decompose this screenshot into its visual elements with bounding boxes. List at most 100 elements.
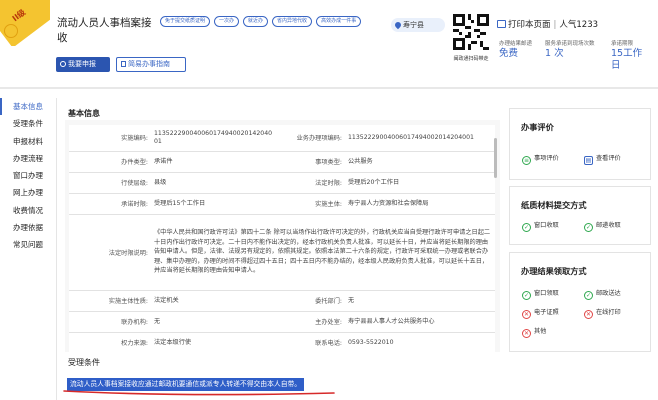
sidebar-item-conditions[interactable]: 受理条件 [0,115,56,132]
field-value: 无 [345,290,495,312]
stat-visits: 服务承诺到现场次数 1 次 [545,41,607,60]
check-icon: ✓ [584,291,593,300]
card-result: 办理结果领取方式 ✓ 窗口领取 ✓ 邮政送达 ✕ 电子证照 ✕ 在线打印 ✕ 其他 [509,252,651,352]
section-title: 基本信息 [68,109,100,118]
qr-caption: 闽政通扫码带走 [453,56,489,62]
field-label: 联系电话: [277,332,345,352]
field-value: 113522290040060174940020142040​01 [345,125,495,152]
table-row: 行使层级: 县级 法定时限: 受理后20个工作日 [69,172,495,194]
sidebar-item-materials[interactable]: 申报材料 [0,133,56,150]
page-title: 流动人员人事档案接收 [57,17,152,44]
field-value: 法定机关 [151,290,277,312]
evaluate-icon: ≡ [522,156,531,165]
sidebar-item-basic-info[interactable]: 基本信息 [0,98,56,116]
stat-delivery: 办理结果邮递 免费 [499,41,535,60]
print-button[interactable]: 打印本页面 [497,20,551,30]
stat-label: 承诺期限 [611,41,634,47]
header-divider [0,87,658,89]
stat-value: 15工作日 [611,48,643,71]
field-value: 法定本级行使 [151,332,277,352]
field-label: 事项类型: [277,151,345,173]
field-value: 县级 [151,172,277,194]
printer-icon [497,20,506,28]
card-title: 办事评价 [521,122,554,132]
field-value: 受理后15个工作日 [151,193,277,215]
field-label: 办件类型: [69,151,151,173]
field-label: 主办处室: [277,311,345,333]
print-label: 打印本页面 [508,20,551,30]
service-tags: 免于提交纸质证明 一次办 就近办 省内异地代收 高效办成一件事 [160,16,375,27]
option-item-evaluate[interactable]: ≡ 事项评价 [522,153,559,165]
card-title: 纸质材料提交方式 [521,200,587,210]
field-value: 寿宁县人力资源和社会保障局 [345,193,495,215]
option-post-receive: ✓ 邮递收取 [584,222,621,232]
field-label: 委托部门: [277,290,345,312]
field-value: 11352229004006017494002014204001 [151,125,277,152]
sidebar-item-faq[interactable]: 常见问题 [0,236,56,253]
document-icon [121,61,126,67]
sidebar-item-fees[interactable]: 收费情况 [0,202,56,219]
cross-icon: ✕ [584,310,593,319]
apply-button[interactable]: 我要申报 [56,57,110,72]
sidebar-item-basis[interactable]: 办理依据 [0,219,56,236]
option-e-license: ✕ 电子证照 [522,309,559,319]
field-label: 承诺时限: [69,193,151,215]
sidebar-item-window[interactable]: 窗口办理 [0,167,56,184]
field-value: 受理后20个工作日 [345,172,495,194]
sidebar-item-process[interactable]: 办理流程 [0,150,56,167]
field-label: 权力来源: [69,332,151,352]
field-label: 法定时限: [277,172,345,194]
field-label: 法定时限说明: [69,214,151,291]
field-value: 寿宁县县人事人才公共服务中心 [345,311,495,333]
card-submit: 纸质材料提交方式 ✓ 窗口收取 ✓ 邮递收取 [509,186,651,245]
option-window-pickup: ✓ 窗口领取 [522,290,559,300]
panel-scrollbar[interactable] [494,138,497,178]
qr-code [453,14,489,50]
option-window-receive: ✓ 窗口收取 [522,222,559,232]
check-icon: ✓ [584,223,593,232]
tag-efficient[interactable]: 高效办成一件事 [316,16,362,27]
tag-no-paper[interactable]: 免于提交纸质证明 [160,16,211,27]
card-title: 办理结果领取方式 [521,266,587,276]
check-icon: ✓ [522,291,531,300]
check-icon: ✓ [522,223,531,232]
cross-icon: ✕ [522,329,531,338]
location-badge[interactable]: 寿宁县 [391,18,445,32]
table-row: 实施编码: 11352229004006017494002014204001 业… [69,125,495,152]
table-row: 办件类型: 承诺件 事项类型: 公共服务 [69,151,495,173]
location-pin-icon [393,20,403,30]
tag-one-time[interactable]: 一次办 [214,16,240,27]
level-badge: II级 [0,0,50,46]
option-online-print: ✕ 在线打印 [584,309,621,319]
condition-title: 受理条件 [68,358,100,367]
tag-remote[interactable]: 省内异地代收 [272,16,313,27]
stat-label: 服务承诺到现场次数 [545,41,595,47]
field-label: 业务办理项编码: [277,125,345,152]
cross-icon: ✕ [522,310,531,319]
medal-icon [4,24,18,38]
print-bar: 打印本页面 | 人气1233 [497,18,598,30]
sidebar: 基本信息 受理条件 申报材料 办理流程 窗口办理 网上办理 收费情况 办理依据 … [0,98,56,254]
option-view-evaluate[interactable]: ▤ 查看评价 [584,153,621,165]
popularity-count: 人气1233 [559,20,599,30]
field-label: 实施编码: [69,125,151,152]
field-value: 无 [151,311,277,333]
field-value: 承诺件 [151,151,277,173]
field-label: 实施主体性质: [69,290,151,312]
red-underline-annotation [63,390,335,396]
field-value: 公共服务 [345,151,495,173]
field-value: 《中华人民共和国行政许可法》第四十二条 除可以当场作出行政许可决定的外，行政机关… [151,214,495,291]
basic-info-panel[interactable]: 实施编码: 11352229004006017494002014204001 业… [65,120,500,352]
guide-button[interactable]: 简易办事指南 [116,57,186,72]
apply-icon [60,61,66,67]
table-row: 承诺时限: 受理后15个工作日 实施主体: 寿宁县人力资源和社会保障局 [69,193,495,215]
stat-label: 办理结果邮递 [499,41,533,47]
field-label: 行使层级: [69,172,151,194]
basic-info-table: 实施编码: 11352229004006017494002014204001 业… [69,125,495,352]
tag-nearby[interactable]: 就近办 [243,16,269,27]
table-row: 法定时限说明: 《中华人民共和国行政许可法》第四十二条 除可以当场作出行政许可决… [69,214,495,291]
stat-value: 免费 [499,48,519,59]
table-row: 联办机构: 无 主办处室: 寿宁县县人事人才公共服务中心 [69,311,495,333]
table-row: 权力来源: 法定本级行使 联系电话: 0593-5522010 [69,332,495,352]
sidebar-item-online[interactable]: 网上办理 [0,184,56,201]
